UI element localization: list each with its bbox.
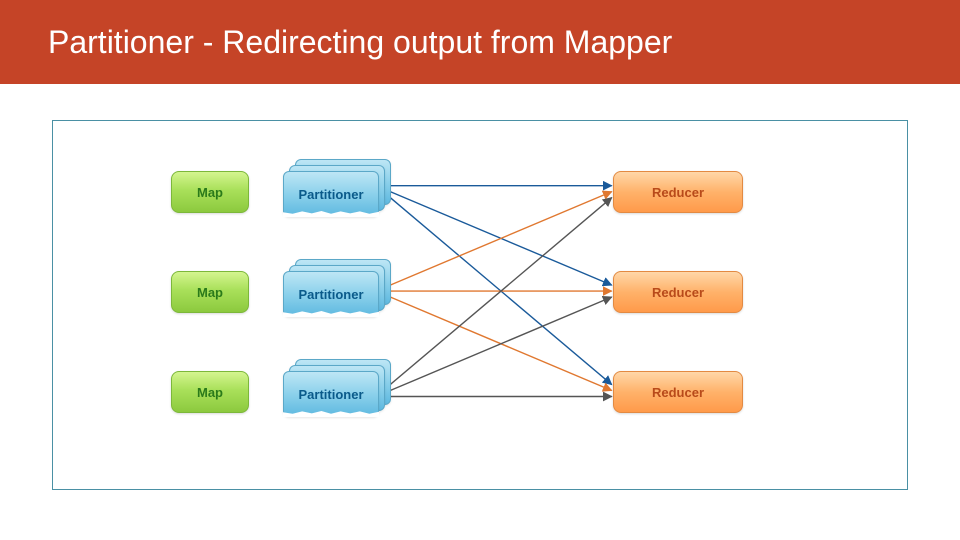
partitioner-stack-1: Partitioner xyxy=(283,165,391,221)
reducer-label: Reducer xyxy=(652,285,704,300)
reducer-label: Reducer xyxy=(652,385,704,400)
map-label: Map xyxy=(197,185,223,200)
partitioner-stack-2: Partitioner xyxy=(283,265,391,321)
reducer-label: Reducer xyxy=(652,185,704,200)
partitioner-label: Partitioner xyxy=(298,187,363,202)
diagram-canvas: Map Map Map Partitioner Partitioner xyxy=(53,121,907,489)
map-node-1: Map xyxy=(171,171,249,213)
map-node-2: Map xyxy=(171,271,249,313)
map-node-3: Map xyxy=(171,371,249,413)
reducer-node-2: Reducer xyxy=(613,271,743,313)
map-label: Map xyxy=(197,285,223,300)
partitioner-label: Partitioner xyxy=(298,387,363,402)
partitioner-stack-3: Partitioner xyxy=(283,365,391,421)
slide-title: Partitioner - Redirecting output from Ma… xyxy=(48,24,672,61)
reducer-node-3: Reducer xyxy=(613,371,743,413)
reducer-node-1: Reducer xyxy=(613,171,743,213)
slide-header: Partitioner - Redirecting output from Ma… xyxy=(0,0,960,84)
partitioner-label: Partitioner xyxy=(298,287,363,302)
diagram-frame: Map Map Map Partitioner Partitioner xyxy=(52,120,908,490)
map-label: Map xyxy=(197,385,223,400)
